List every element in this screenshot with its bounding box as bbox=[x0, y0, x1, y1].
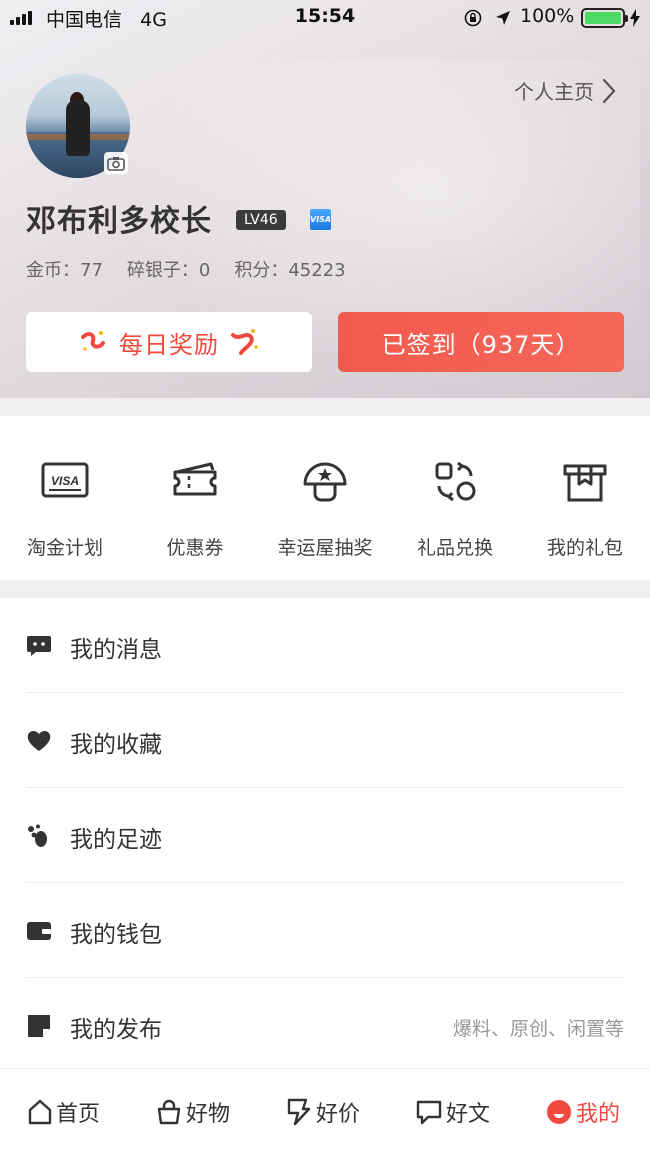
tab-deals[interactable]: 好价 bbox=[286, 1096, 360, 1128]
silver-stat: 碎银子：0 bbox=[126, 260, 211, 281]
mushroom-icon bbox=[303, 462, 347, 502]
message-icon bbox=[27, 636, 51, 656]
menu-item-label: 我的足迹 bbox=[70, 827, 162, 853]
menu-item-wallet[interactable]: 我的钱包 bbox=[0, 883, 650, 978]
post-icon bbox=[28, 1015, 50, 1037]
personal-homepage-link[interactable]: 个人主页 bbox=[514, 76, 616, 105]
profile-header: 中国电信 4G 15:54 100% 个人主页 邓布利多校长 LV46 VISA… bbox=[0, 0, 650, 398]
comment-icon bbox=[416, 1100, 442, 1125]
menu-item-label: 我的收藏 bbox=[70, 732, 162, 758]
home-icon bbox=[28, 1099, 52, 1125]
visa-badge-icon: VISA bbox=[310, 209, 331, 230]
ticket-icon bbox=[173, 462, 217, 496]
visa-card-icon: VISA bbox=[41, 462, 89, 498]
menu-item-favorites[interactable]: 我的收藏 bbox=[0, 693, 650, 788]
wallet-icon bbox=[27, 922, 51, 940]
battery-percent: 100% bbox=[520, 5, 575, 27]
rotation-lock-icon bbox=[464, 9, 482, 27]
tab-label: 好价 bbox=[316, 1102, 361, 1127]
battery-icon bbox=[581, 8, 628, 28]
tab-label: 好文 bbox=[446, 1102, 491, 1127]
quick-action-gold-plan[interactable]: VISA 淘金计划 bbox=[0, 416, 130, 580]
username: 邓布利多校长 bbox=[26, 204, 212, 239]
level-badge: LV46 bbox=[236, 210, 286, 230]
quick-action-lucky-draw[interactable]: 幸运屋抽奖 bbox=[260, 416, 390, 580]
status-bar: 中国电信 4G 15:54 100% bbox=[0, 0, 650, 36]
signed-in-button[interactable]: 已签到（937天） bbox=[338, 312, 624, 372]
tab-label: 好物 bbox=[186, 1102, 231, 1127]
tab-label: 首页 bbox=[56, 1102, 101, 1127]
bottom-tab-bar: 首页 好物 好价 好文 我的 bbox=[0, 1068, 650, 1156]
quick-action-label: 淘金计划 bbox=[26, 537, 103, 559]
quick-action-gift-exchange[interactable]: 礼品兑换 bbox=[390, 416, 520, 580]
camera-icon[interactable] bbox=[104, 152, 128, 174]
tab-label: 我的 bbox=[576, 1102, 621, 1127]
bag-icon bbox=[157, 1099, 181, 1125]
daily-reward-button[interactable]: 每日奖励 bbox=[26, 312, 312, 372]
exchange-icon bbox=[435, 461, 476, 502]
bolt-tag-icon bbox=[287, 1098, 311, 1126]
quick-actions: VISA 淘金计划 优惠券 幸运屋抽奖 礼品兑换 我的礼包 bbox=[0, 416, 650, 580]
me-icon bbox=[547, 1100, 571, 1124]
points-stat: 积分：45223 bbox=[234, 260, 346, 281]
menu-item-my-posts[interactable]: 我的发布 爆料、原创、闲置等 bbox=[0, 978, 650, 1073]
coins-stat: 金币：77 bbox=[26, 260, 103, 281]
charging-bolt-icon bbox=[630, 9, 640, 27]
section-divider bbox=[0, 398, 650, 416]
tab-home[interactable]: 首页 bbox=[28, 1096, 100, 1128]
tab-goods[interactable]: 好物 bbox=[156, 1096, 230, 1128]
gift-box-icon bbox=[563, 464, 607, 502]
menu-list: 我的消息 我的收藏 我的足迹 我的钱包 我的发布 爆料、原创、闲置等 bbox=[0, 598, 650, 1073]
menu-item-label: 我的钱包 bbox=[70, 922, 162, 948]
location-arrow-icon bbox=[496, 11, 510, 25]
quick-action-my-gifts[interactable]: 我的礼包 bbox=[520, 416, 650, 580]
tab-me[interactable]: 我的 bbox=[546, 1096, 620, 1128]
tab-articles[interactable]: 好文 bbox=[416, 1096, 490, 1128]
menu-item-footprints[interactable]: 我的足迹 bbox=[0, 788, 650, 883]
menu-item-hint: 爆料、原创、闲置等 bbox=[452, 1018, 624, 1040]
quick-action-coupons[interactable]: 优惠券 bbox=[130, 416, 260, 580]
user-stats: 金币：77 碎银子：0 积分：45223 bbox=[26, 256, 346, 282]
quick-action-label: 我的礼包 bbox=[546, 537, 623, 559]
ribbon-left-icon bbox=[81, 331, 105, 351]
personal-homepage-label: 个人主页 bbox=[514, 80, 594, 104]
daily-reward-label: 每日奖励 bbox=[119, 330, 219, 359]
quick-action-label: 礼品兑换 bbox=[416, 537, 493, 559]
menu-item-messages[interactable]: 我的消息 bbox=[0, 598, 650, 693]
ribbon-right-icon bbox=[231, 329, 258, 355]
quick-action-label: 优惠券 bbox=[166, 537, 224, 559]
section-divider bbox=[0, 580, 650, 598]
svg-text:VISA: VISA bbox=[51, 474, 79, 488]
heart-icon bbox=[27, 731, 51, 751]
menu-item-label: 我的消息 bbox=[70, 637, 162, 663]
signed-in-label: 已签到（937天） bbox=[381, 330, 581, 359]
quick-action-label: 幸运屋抽奖 bbox=[277, 537, 373, 559]
footprint-icon bbox=[28, 824, 47, 847]
menu-item-label: 我的发布 bbox=[70, 1017, 162, 1043]
chevron-right-icon bbox=[602, 78, 616, 103]
